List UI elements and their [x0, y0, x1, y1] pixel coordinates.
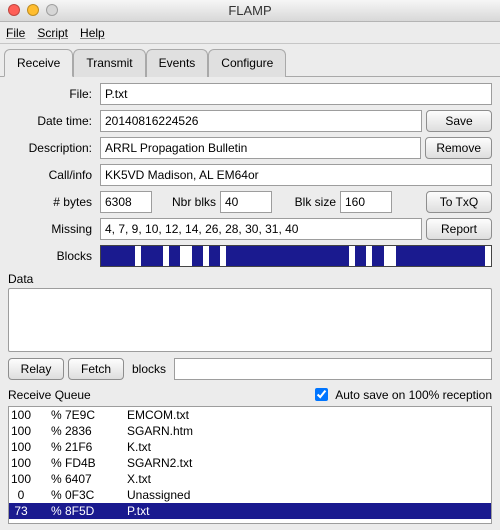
menubar: File Script Help: [0, 22, 500, 44]
label-callinfo: Call/info: [8, 168, 96, 182]
label-description: Description:: [8, 141, 96, 155]
queue-row[interactable]: 100%6407X.txt: [9, 471, 491, 487]
fetch-button[interactable]: Fetch: [68, 358, 124, 380]
queue-row[interactable]: 0%0F3CUnassigned: [9, 487, 491, 503]
description-field[interactable]: [100, 137, 421, 159]
bytes-field[interactable]: [100, 191, 152, 213]
relay-button[interactable]: Relay: [8, 358, 64, 380]
minimize-icon[interactable]: [27, 4, 39, 16]
to-txq-button[interactable]: To TxQ: [426, 191, 492, 213]
tab-transmit[interactable]: Transmit: [73, 49, 145, 77]
autosave-label: Auto save on 100% reception: [335, 388, 492, 402]
queue-row[interactable]: 100%7E9CEMCOM.txt: [9, 407, 491, 423]
tab-configure[interactable]: Configure: [208, 49, 286, 77]
menu-help[interactable]: Help: [80, 26, 105, 40]
zoom-icon[interactable]: [46, 4, 58, 16]
missing-field[interactable]: [100, 218, 422, 240]
queue-row[interactable]: 100%FD4BSGARN2.txt: [9, 455, 491, 471]
callinfo-field[interactable]: [100, 164, 492, 186]
menu-file[interactable]: File: [6, 26, 25, 40]
close-icon[interactable]: [8, 4, 20, 16]
nbrblks-field[interactable]: [220, 191, 272, 213]
label-receive-queue: Receive Queue: [8, 388, 307, 402]
receive-queue[interactable]: 100%7E9CEMCOM.txt100%2836SGARN.htm100%21…: [8, 406, 492, 524]
label-bytes: # bytes: [8, 195, 96, 209]
label-nbrblks: Nbr blks: [156, 195, 216, 209]
menu-script[interactable]: Script: [37, 26, 68, 40]
tab-events[interactable]: Events: [146, 49, 209, 77]
label-datetime: Date time:: [8, 114, 96, 128]
blksize-field[interactable]: [340, 191, 392, 213]
tabs: Receive Transmit Events Configure: [0, 44, 500, 76]
queue-row[interactable]: 73%8F5DP.txt: [9, 503, 491, 519]
queue-row[interactable]: 100%21F6K.txt: [9, 439, 491, 455]
label-blksize: Blk size: [276, 195, 336, 209]
datetime-field[interactable]: [100, 110, 422, 132]
receive-panel: File: Date time: Save Description: Remov…: [0, 77, 500, 530]
label-blocks: Blocks: [8, 249, 96, 263]
titlebar: FLAMP: [0, 0, 500, 22]
file-field[interactable]: [100, 83, 492, 105]
blocks-input[interactable]: [174, 358, 492, 380]
label-file: File:: [8, 87, 96, 101]
tab-receive[interactable]: Receive: [4, 49, 73, 77]
window-title: FLAMP: [0, 3, 500, 18]
autosave-checkbox[interactable]: Auto save on 100% reception: [311, 385, 492, 404]
label-blocks-small: blocks: [128, 362, 170, 376]
label-missing: Missing: [8, 222, 96, 236]
remove-button[interactable]: Remove: [425, 137, 492, 159]
blocks-strip: [100, 245, 492, 267]
queue-row[interactable]: 100%2836SGARN.htm: [9, 423, 491, 439]
label-data: Data: [8, 272, 492, 286]
data-textarea[interactable]: [8, 288, 492, 352]
save-button[interactable]: Save: [426, 110, 492, 132]
report-button[interactable]: Report: [426, 218, 492, 240]
